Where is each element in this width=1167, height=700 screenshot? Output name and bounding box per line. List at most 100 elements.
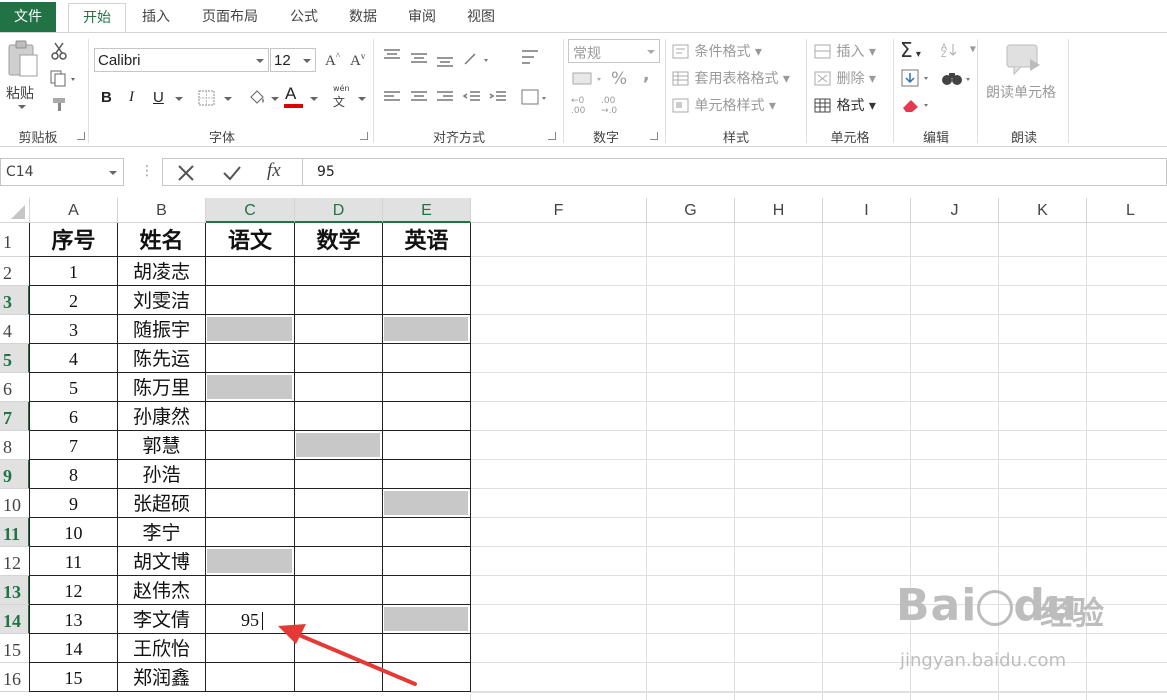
score-cell[interactable] xyxy=(383,286,471,315)
score-cell[interactable] xyxy=(295,315,383,344)
score-cell[interactable] xyxy=(295,460,383,489)
score-cell[interactable] xyxy=(383,344,471,373)
table-header-cell[interactable]: 姓名 xyxy=(118,223,206,257)
name-cell[interactable]: 孙康然 xyxy=(118,402,206,431)
comma-button[interactable]: , xyxy=(643,65,649,85)
format-as-table-button[interactable]: 套用表格格式 ▾ xyxy=(672,68,790,88)
font-launcher-icon[interactable] xyxy=(360,132,368,140)
worksheet-grid[interactable]: ABCDEFGHIJKL 1 2 3 4 5 6 7 8 9 10 11 12 13 14 15 16 序号姓… xyxy=(0,198,1167,700)
fill-color-dropdown-icon[interactable] xyxy=(271,97,279,101)
name-cell[interactable]: 张超硕 xyxy=(118,489,206,518)
score-cell[interactable] xyxy=(206,402,295,431)
bold-button[interactable]: B xyxy=(101,89,112,106)
column-header-h[interactable]: H xyxy=(735,198,823,223)
score-cell[interactable] xyxy=(295,344,383,373)
blank-cell-highlight[interactable] xyxy=(207,375,292,399)
column-header-d[interactable]: D xyxy=(295,198,383,223)
blank-cell-highlight[interactable] xyxy=(384,317,468,341)
cell-styles-button[interactable]: 单元格样式 ▾ xyxy=(672,95,776,115)
tab-insert[interactable]: 插入 xyxy=(131,3,181,32)
row-header-2[interactable]: 2 xyxy=(0,257,30,286)
serial-number-cell[interactable]: 9 xyxy=(30,489,118,518)
copy-icon[interactable] xyxy=(49,69,79,91)
bottom-align-icon[interactable] xyxy=(435,56,455,74)
underline-button[interactable]: U xyxy=(153,89,164,106)
column-header-k[interactable]: K xyxy=(999,198,1087,223)
blank-cell-highlight[interactable] xyxy=(207,549,292,573)
name-cell[interactable]: 陈先运 xyxy=(118,344,206,373)
more-options-icon[interactable]: ⋮ xyxy=(140,163,154,179)
font-size-select[interactable]: 12 xyxy=(270,48,316,72)
score-cell[interactable] xyxy=(383,518,471,547)
table-header-cell[interactable]: 英语 xyxy=(383,223,471,257)
enter-icon[interactable] xyxy=(222,164,242,182)
find-select-icon[interactable] xyxy=(940,69,974,93)
row-header-3[interactable]: 3 xyxy=(0,286,30,315)
top-align-icon[interactable] xyxy=(382,48,402,66)
grow-font-button[interactable]: A^ xyxy=(325,51,340,70)
row-header-8[interactable]: 8 xyxy=(0,431,30,460)
row-header-10[interactable]: 10 xyxy=(0,489,30,518)
select-all-corner[interactable] xyxy=(0,198,30,223)
column-header-c[interactable]: C xyxy=(206,198,295,223)
row-header-13[interactable]: 13 xyxy=(0,576,30,605)
serial-number-cell[interactable]: 11 xyxy=(30,547,118,576)
serial-number-cell[interactable]: 1 xyxy=(30,257,118,286)
name-cell[interactable]: 郑润鑫 xyxy=(118,663,206,692)
row-header-5[interactable]: 5 xyxy=(0,344,30,373)
increase-decimal-button[interactable]: ←0.00 xyxy=(571,96,585,116)
serial-number-cell[interactable]: 13 xyxy=(30,605,118,634)
conditional-formatting-button[interactable]: 条件格式 ▾ xyxy=(672,41,762,61)
tab-home[interactable]: 开始 xyxy=(68,3,126,32)
underline-dropdown-icon[interactable] xyxy=(175,97,183,101)
phonetic-button[interactable]: wén 文 xyxy=(333,84,350,110)
score-cell[interactable] xyxy=(383,402,471,431)
tab-review[interactable]: 审阅 xyxy=(397,3,447,32)
row-header-15[interactable]: 15 xyxy=(0,634,30,663)
serial-number-cell[interactable]: 10 xyxy=(30,518,118,547)
score-cell[interactable] xyxy=(206,576,295,605)
serial-number-cell[interactable]: 5 xyxy=(30,373,118,402)
score-cell[interactable] xyxy=(206,489,295,518)
column-header-f[interactable]: F xyxy=(471,198,647,223)
column-header-i[interactable]: I xyxy=(823,198,911,223)
borders-icon[interactable] xyxy=(197,89,217,111)
formula-input[interactable]: 95 xyxy=(302,158,1167,186)
cancel-icon[interactable] xyxy=(177,164,195,182)
tab-data[interactable]: 数据 xyxy=(338,3,388,32)
name-cell[interactable]: 胡文博 xyxy=(118,547,206,576)
fill-color-icon[interactable] xyxy=(247,87,269,113)
table-header-cell[interactable]: 数学 xyxy=(295,223,383,257)
blank-cell-highlight[interactable] xyxy=(207,317,292,341)
speak-cells-icon[interactable] xyxy=(1004,41,1044,83)
italic-button[interactable]: I xyxy=(129,89,134,106)
active-cell-value[interactable]: 95 xyxy=(241,610,259,631)
row-header-7[interactable]: 7 xyxy=(0,402,30,431)
align-center-icon[interactable] xyxy=(409,90,429,108)
serial-number-cell[interactable]: 7 xyxy=(30,431,118,460)
blank-cell-highlight[interactable] xyxy=(296,433,380,457)
serial-number-cell[interactable]: 15 xyxy=(30,663,118,692)
blank-cell-highlight[interactable] xyxy=(384,491,468,515)
score-cell[interactable] xyxy=(206,460,295,489)
score-cell[interactable] xyxy=(295,489,383,518)
row-header-9[interactable]: 9 xyxy=(0,460,30,489)
row-header-1[interactable]: 1 xyxy=(0,223,30,257)
score-cell[interactable] xyxy=(383,547,471,576)
speak-cells-button[interactable]: 朗读单元格 xyxy=(986,82,1056,102)
score-cell[interactable] xyxy=(383,257,471,286)
clipboard-launcher-icon[interactable] xyxy=(77,132,85,140)
align-left-icon[interactable] xyxy=(382,90,402,108)
insert-function-icon[interactable]: fx xyxy=(267,160,281,182)
score-cell[interactable] xyxy=(206,286,295,315)
score-cell[interactable] xyxy=(295,373,383,402)
borders-dropdown-icon[interactable] xyxy=(224,97,232,101)
font-name-select[interactable]: Calibri xyxy=(94,48,269,72)
score-cell[interactable] xyxy=(383,576,471,605)
middle-align-icon[interactable] xyxy=(409,52,429,70)
serial-number-cell[interactable]: 4 xyxy=(30,344,118,373)
column-header-b[interactable]: B xyxy=(118,198,206,223)
score-cell[interactable] xyxy=(206,344,295,373)
sort-filter-button[interactable]: AZ ▾ xyxy=(940,41,976,58)
name-cell[interactable]: 陈万里 xyxy=(118,373,206,402)
